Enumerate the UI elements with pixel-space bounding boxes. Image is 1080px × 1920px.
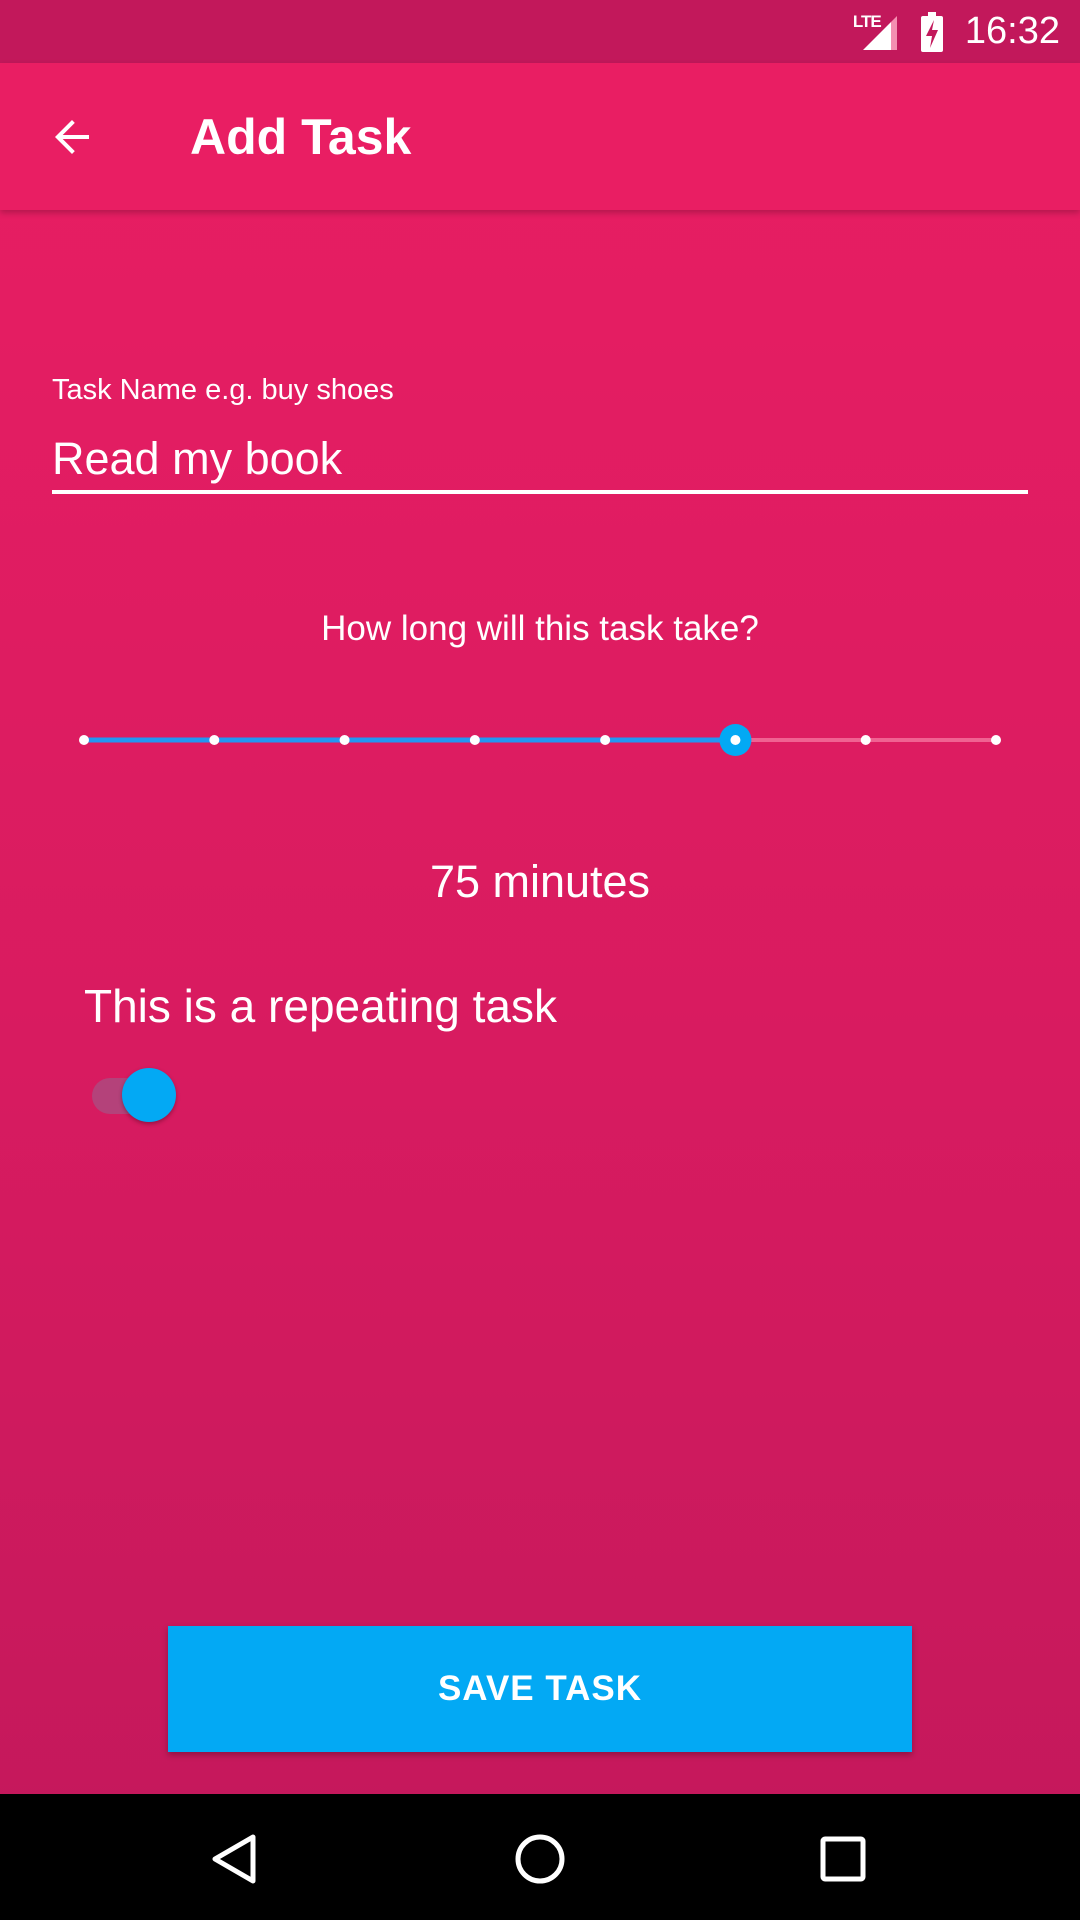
task-name-input[interactable] [52, 428, 1028, 494]
navigation-bar [0, 1794, 1080, 1920]
slider-tick [79, 735, 89, 745]
status-time: 16:32 [964, 10, 1060, 52]
repeating-task-label: This is a repeating task [84, 980, 558, 1032]
toggle-thumb [122, 1068, 176, 1122]
task-name-label: Task Name e.g. buy shoes [52, 374, 394, 406]
battery-charging-icon [920, 11, 943, 52]
duration-question: How long will this task take? [321, 609, 759, 648]
save-task-button[interactable]: SAVE TASK [168, 1626, 912, 1752]
nav-recents-icon [820, 1836, 866, 1882]
nav-home-icon [515, 1834, 565, 1884]
repeating-task-toggle[interactable] [90, 1064, 180, 1122]
duration-value: 75 minutes [429, 856, 651, 907]
slider-tick [469, 735, 480, 745]
nav-back-button[interactable] [200, 1824, 270, 1894]
nav-recents-button[interactable] [808, 1824, 878, 1894]
nav-home-button[interactable] [505, 1824, 575, 1894]
signal-icon: LTE [853, 12, 901, 52]
status-icons: LTE 16:32 [853, 0, 1060, 63]
duration-slider[interactable] [60, 700, 1020, 780]
slider-tick [339, 735, 350, 745]
back-button[interactable] [38, 105, 108, 169]
slider-tick [991, 735, 1001, 745]
arrow-back-icon [55, 120, 89, 154]
slider-thumb-dot [730, 735, 741, 745]
slider-tick [600, 735, 611, 745]
status-bar: LTE 16:32 [0, 0, 1080, 63]
slider-tick [860, 735, 871, 745]
nav-back-icon [212, 1834, 256, 1884]
page-title: Add Task [190, 109, 412, 165]
app-bar: Add Task [0, 63, 1080, 210]
slider-tick [209, 735, 220, 745]
